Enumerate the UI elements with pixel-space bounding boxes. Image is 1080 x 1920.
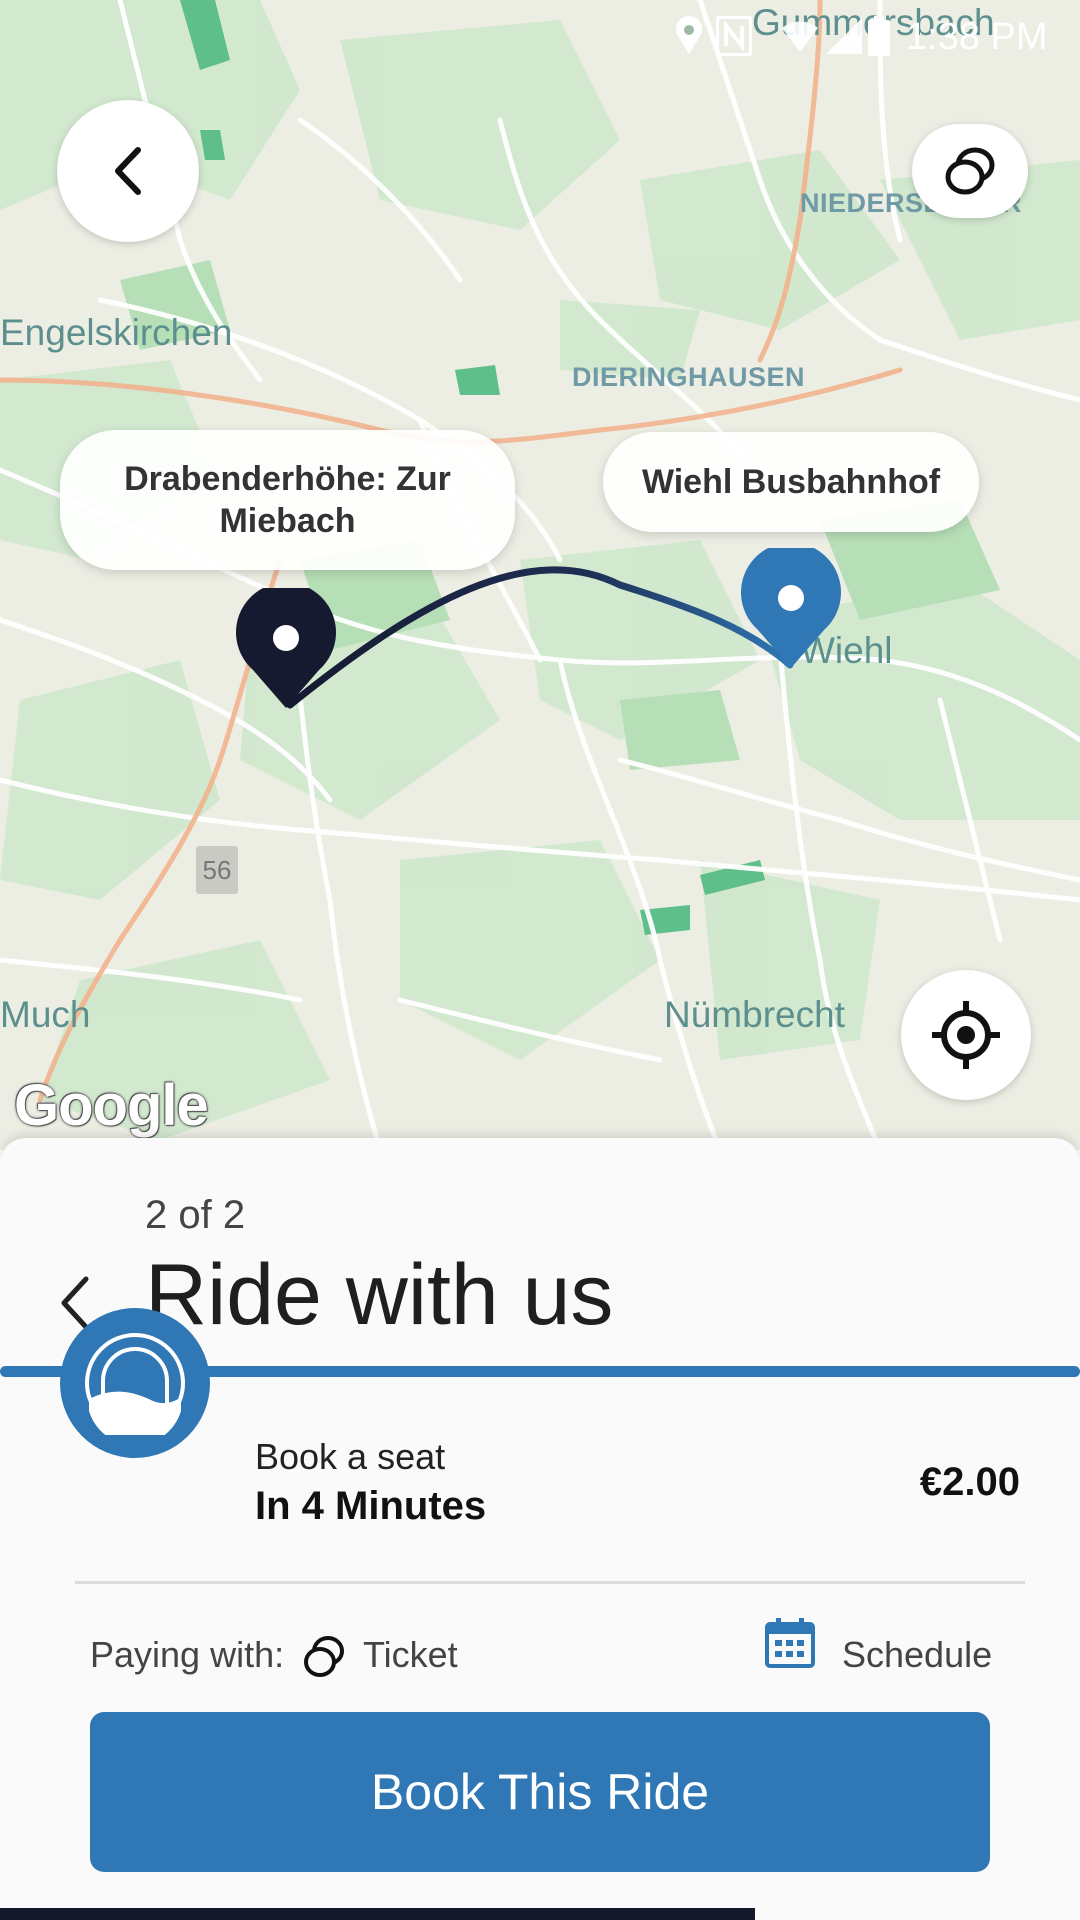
wallet-button[interactable] [912, 124, 1028, 218]
crosshair-icon [932, 1001, 1000, 1069]
payment-method[interactable]: Ticket [363, 1634, 458, 1676]
book-ride-button[interactable]: Book This Ride [90, 1712, 990, 1872]
status-bar: 1:38 PM [0, 0, 1080, 80]
ticket-icon[interactable] [301, 1634, 347, 1680]
map-label-engelskirchen: Engelskirchen [0, 312, 233, 353]
booking-sheet: 2 of 2 Ride with us Book a seat In 4 Min… [0, 1138, 1080, 1920]
ride-option-eta: In 4 Minutes [255, 1484, 487, 1528]
divider [75, 1581, 1025, 1584]
wifi-status-icon [780, 16, 820, 66]
chevron-left-icon [115, 147, 141, 195]
origin-pin-icon[interactable] [233, 588, 339, 710]
back-button[interactable] [57, 100, 199, 242]
origin-callout[interactable]: Drabenderhöhe: Zur Miebach [60, 430, 515, 570]
ride-price: €2.00 [919, 1460, 1020, 1504]
battery-status-icon [868, 16, 890, 66]
map-label-dieringhausen: DIERINGHAUSEN [572, 362, 806, 392]
signal-status-icon [824, 16, 864, 66]
tickets-icon [945, 147, 995, 195]
map-label-nuembrecht: Nümbrecht [664, 994, 845, 1035]
page-title: Ride with us [145, 1247, 614, 1343]
ride-type-icon [60, 1308, 210, 1458]
paying-with-label: Paying with: [90, 1634, 285, 1675]
home-indicator [0, 1908, 755, 1920]
schedule-label: Schedule [842, 1634, 993, 1675]
location-status-icon [674, 16, 704, 66]
tunnel-icon [85, 1333, 185, 1435]
my-location-button[interactable] [901, 970, 1031, 1100]
ride-option-kicker: Book a seat [255, 1436, 446, 1477]
destination-pin-icon[interactable] [738, 548, 844, 670]
destination-callout[interactable]: Wiehl Busbahnhof [603, 432, 979, 532]
schedule-button[interactable]: Schedule [760, 1616, 1000, 1686]
road-shield: 56 [196, 846, 238, 894]
step-indicator: 2 of 2 [145, 1193, 246, 1237]
calendar-icon [765, 1618, 815, 1668]
map-label-much: Much [0, 994, 91, 1035]
google-attribution: Google [14, 1073, 209, 1138]
nfc-status-icon [715, 15, 753, 66]
chevron-left-icon [61, 1276, 89, 1330]
status-time: 1:38 PM [906, 16, 1048, 58]
